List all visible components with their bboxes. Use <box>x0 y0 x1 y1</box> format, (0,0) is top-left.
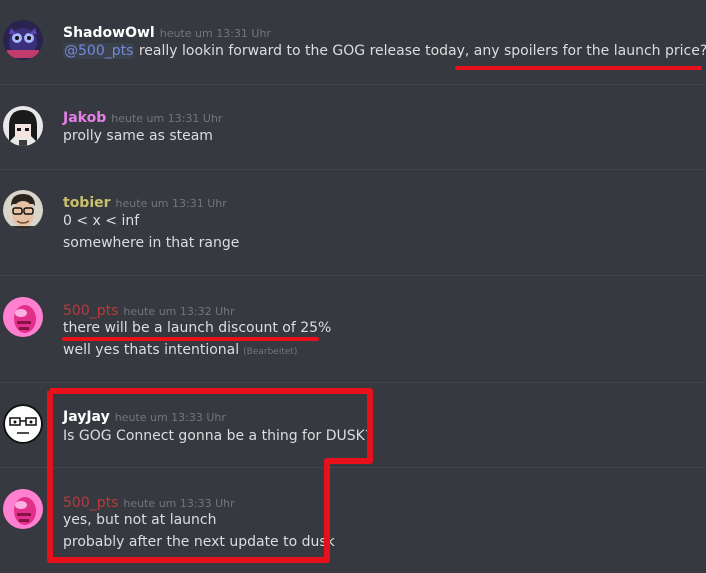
annotation-highlight-box <box>47 388 373 563</box>
